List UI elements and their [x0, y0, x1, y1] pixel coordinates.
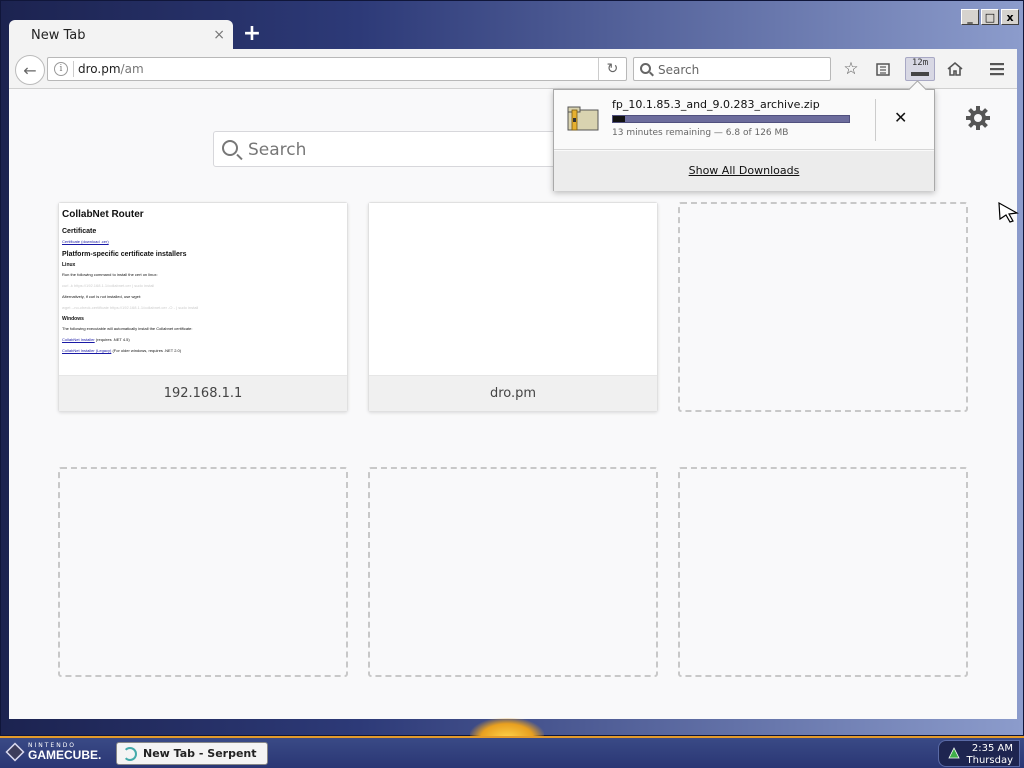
start-button[interactable]: NINTENDO GAMECUBE. [5, 742, 102, 762]
url-host: dro.pm [78, 62, 121, 76]
download-item[interactable]: fp_10.1.85.3_and_9.0.283_archive.zip 13 … [554, 90, 934, 150]
empty-tile-slot[interactable] [678, 202, 968, 412]
show-all-downloads-button[interactable]: Show All Downloads [554, 151, 934, 191]
top-site-tile[interactable]: CollabNet Router Certificate Certificate… [58, 202, 348, 412]
reload-icon[interactable]: ↻ [598, 58, 626, 80]
toolbar-search-placeholder: Search [658, 63, 700, 77]
download-time-remaining: 12m [911, 58, 929, 68]
empty-tile-slot[interactable] [678, 467, 968, 677]
system-tray: 2:35 AM Thursday [938, 740, 1020, 767]
tile-caption: 192.168.1.1 [59, 375, 347, 411]
thumb-windows-installer-legacy: CollabNet Installer (Legacy) (For older … [62, 348, 344, 353]
download-status: 13 minutes remaining — 6.8 of 126 MB [612, 128, 789, 138]
mouse-cursor-icon [998, 201, 1019, 223]
cancel-download-icon[interactable]: ✕ [894, 108, 907, 127]
thumb-title: CollabNet Router [62, 209, 144, 220]
download-filename: fp_10.1.85.3_and_9.0.283_archive.zip [612, 98, 820, 111]
url-divider [73, 61, 74, 77]
zip-archive-icon [567, 106, 599, 131]
gear-icon[interactable] [965, 105, 991, 131]
site-info-icon[interactable]: i [54, 62, 68, 76]
browser-window: _ □ x New Tab × + ← i dro.pm/am ↻ Search… [0, 0, 1024, 736]
thumb-windows-link2: CollabNet Installer (Legacy) [62, 348, 112, 353]
network-tray-icon[interactable] [947, 746, 961, 760]
tile-caption: dro.pm [369, 375, 657, 411]
home-icon[interactable] [943, 57, 967, 81]
reading-list-icon[interactable] [871, 57, 895, 81]
thumb-certificate-heading: Certificate [62, 228, 97, 235]
bookmark-star-icon[interactable]: ☆ [839, 57, 863, 81]
downloads-button[interactable]: 12m [905, 57, 935, 81]
downloads-panel: fp_10.1.85.3_and_9.0.283_archive.zip 13 … [553, 89, 935, 191]
thumb-linux-code: curl -k https://192.168.1.1/collabnet.ce… [62, 283, 155, 288]
thumb-windows-text: The following executable will automatica… [62, 326, 193, 331]
maximize-button[interactable]: □ [981, 9, 999, 25]
thumb-windows-link2-suffix: (For older windows, requires .NET 2.0) [111, 348, 182, 353]
taskbar: NINTENDO GAMECUBE. New Tab - Serpent 2:3… [0, 736, 1024, 768]
empty-tile-slot[interactable] [368, 467, 658, 677]
navigation-toolbar: ← i dro.pm/am ↻ Search ☆ 12m [9, 49, 1017, 89]
thumb-linux-heading: Linux [62, 262, 76, 268]
taskbar-item-browser[interactable]: New Tab - Serpent [116, 742, 268, 765]
thumb-windows-heading: Windows [62, 316, 84, 322]
thumb-certificate-link: Certificate (download .cer) [62, 239, 109, 244]
start-brand: NINTENDO GAMECUBE. [28, 743, 102, 762]
empty-tile-slot[interactable] [58, 467, 348, 677]
thumb-windows-link1-suffix: (requires .NET 4.5) [94, 337, 130, 342]
tile-thumbnail [369, 203, 657, 375]
thumb-windows-link1: CollabNet Installer [62, 337, 95, 342]
tab-title: New Tab [31, 27, 86, 43]
thumb-platform-heading: Platform-specific certificate installers [62, 251, 187, 258]
clock-time[interactable]: 2:35 AM [972, 743, 1013, 754]
url-text: dro.pm/am [78, 62, 144, 76]
download-progress-fill [613, 116, 625, 122]
tab-new-tab[interactable]: New Tab × [9, 20, 233, 50]
close-window-button[interactable]: x [1001, 9, 1019, 25]
taskbar-glow [470, 718, 544, 738]
back-button[interactable]: ← [15, 55, 45, 85]
brand-big-text: GAMECUBE. [28, 748, 102, 762]
url-path: /am [120, 62, 144, 76]
search-icon [640, 63, 651, 74]
page-search-placeholder: Search [248, 140, 307, 160]
page-search-input[interactable]: Search [213, 131, 563, 167]
download-progress-bar [612, 115, 850, 123]
tile-thumbnail: CollabNet Router Certificate Certificate… [59, 203, 347, 375]
download-mini-bar [911, 72, 929, 76]
thumb-alt-code: wget --no-check-certificate https://192.… [62, 305, 199, 310]
serpent-browser-icon [123, 746, 137, 761]
window-controls: _ □ x [961, 9, 1019, 25]
gamecube-logo-icon [5, 742, 25, 762]
menu-hamburger-icon[interactable] [985, 57, 1009, 81]
search-icon [222, 140, 238, 156]
tab-close-icon[interactable]: × [213, 27, 225, 43]
url-bar[interactable]: i dro.pm/am ↻ [47, 57, 627, 81]
top-site-tile[interactable]: dro.pm [368, 202, 658, 412]
thumb-windows-installer: CollabNet Installer (requires .NET 4.5) [62, 337, 344, 342]
thumb-linux-text: Run the following command to install the… [62, 272, 158, 277]
new-tab-button[interactable]: + [241, 23, 263, 45]
taskbar-item-label: New Tab - Serpent [143, 747, 257, 760]
download-divider [875, 99, 876, 141]
back-arrow-icon: ← [23, 60, 37, 80]
clock-day: Thursday [966, 755, 1014, 766]
thumb-alt-text: Alternatively, if curl is not installed,… [62, 294, 142, 299]
toolbar-search-input[interactable]: Search [633, 57, 831, 81]
minimize-button[interactable]: _ [961, 9, 979, 25]
